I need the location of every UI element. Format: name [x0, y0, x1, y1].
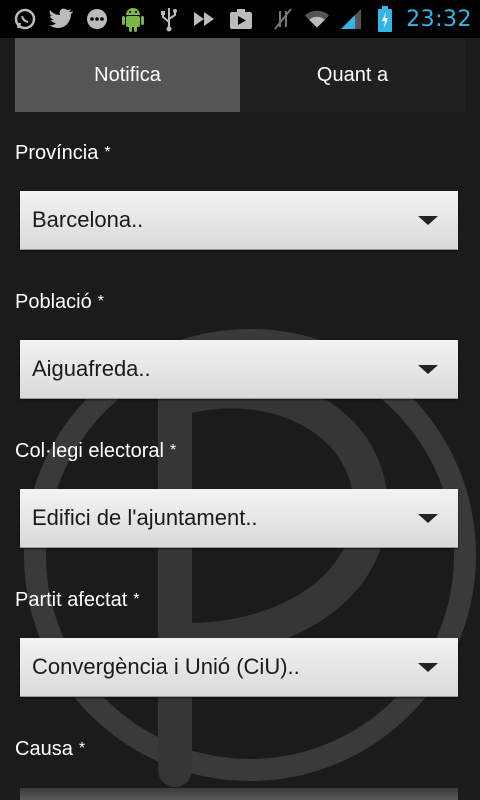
battery-charging-icon	[372, 6, 398, 32]
tab-bar: Notifica Quant a	[15, 38, 465, 112]
poblacio-label: Població *	[15, 291, 104, 314]
dropdown-arrow-icon	[418, 513, 438, 523]
poblacio-label-text: Població	[15, 291, 92, 313]
required-marker: *	[97, 293, 104, 310]
collegi-label: Col·legi electoral *	[15, 440, 176, 463]
partit-spinner[interactable]: Convergència i Unió (CiU)..	[20, 638, 458, 697]
status-bar: 23:32	[0, 0, 480, 38]
media-icon	[228, 6, 254, 32]
signal-icon	[338, 6, 364, 32]
wifi-icon	[304, 6, 330, 32]
twitter-icon	[48, 6, 74, 32]
partit-label: Partit afectat *	[15, 589, 140, 612]
dropdown-arrow-icon	[418, 662, 438, 672]
required-marker: *	[133, 591, 140, 608]
vibrate-muted-icon	[270, 6, 296, 32]
chat-bubble-icon	[84, 6, 110, 32]
tab-quant-a[interactable]: Quant a	[240, 38, 465, 112]
causa-label: Causa *	[15, 738, 85, 761]
provincia-label: Província *	[15, 142, 111, 165]
collegi-value: Edifici de l'ajuntament..	[32, 505, 258, 530]
poblacio-spinner[interactable]: Aiguafreda..	[20, 340, 458, 399]
whatsapp-icon	[12, 6, 38, 32]
collegi-spinner[interactable]: Edifici de l'ajuntament..	[20, 489, 458, 548]
causa-spinner[interactable]	[20, 788, 458, 800]
dropdown-arrow-icon	[418, 364, 438, 374]
provincia-value: Barcelona..	[32, 207, 144, 232]
app-screen: 23:32 Notifica Quant a Província * Barcel…	[0, 0, 480, 800]
partit-label-text: Partit afectat	[15, 589, 128, 611]
collegi-label-text: Col·legi electoral	[15, 440, 164, 462]
poblacio-value: Aiguafreda..	[32, 356, 151, 381]
required-marker: *	[169, 442, 177, 459]
causa-label-text: Causa	[15, 738, 73, 760]
provincia-label-text: Província	[15, 142, 99, 164]
provincia-spinner[interactable]: Barcelona..	[20, 191, 458, 250]
required-marker: *	[78, 740, 86, 757]
dropdown-arrow-icon	[418, 215, 438, 225]
partit-value: Convergència i Unió (CiU)..	[32, 654, 300, 679]
tab-notifica[interactable]: Notifica	[15, 38, 240, 112]
transfer-icon	[192, 6, 218, 32]
usb-icon	[156, 6, 182, 32]
android-icon	[120, 6, 146, 32]
required-marker: *	[104, 144, 111, 161]
status-clock: 23:32	[406, 6, 472, 32]
